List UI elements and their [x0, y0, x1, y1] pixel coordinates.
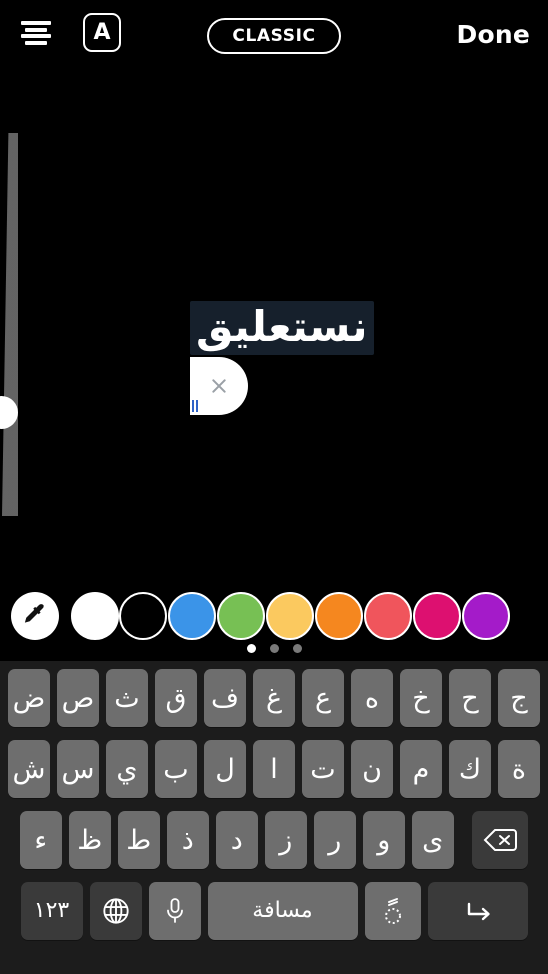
return-icon[interactable] [427, 882, 528, 940]
key-row2-2[interactable]: ي [106, 740, 148, 798]
key-row3-1[interactable]: ظ [68, 811, 111, 869]
key-row3-4[interactable]: د [215, 811, 258, 869]
color-swatch-orange[interactable] [315, 592, 363, 640]
palette-page-indicator[interactable] [0, 641, 548, 655]
color-swatch-pink[interactable] [413, 592, 461, 640]
key-row2-8[interactable]: م [400, 740, 442, 798]
eyedropper-icon[interactable] [11, 592, 59, 640]
text-sticker[interactable] [190, 357, 248, 415]
key-row2-4[interactable]: ل [204, 740, 246, 798]
return-glyph [467, 902, 490, 921]
key-row3-0[interactable]: ء [19, 811, 62, 869]
color-swatch-black[interactable] [119, 592, 167, 640]
accent-bar-2 [196, 400, 198, 412]
key-row3-6[interactable]: ر [313, 811, 356, 869]
key-row2-3[interactable]: ب [155, 740, 197, 798]
color-swatch-white[interactable] [71, 592, 119, 640]
key-row3-8[interactable]: ى [411, 811, 454, 869]
key-row3-3[interactable]: ذ [166, 811, 209, 869]
key-row2-10[interactable]: ة [498, 740, 540, 798]
key-row1-2[interactable]: ث [106, 669, 148, 727]
harakat-glyph [384, 898, 401, 924]
keyboard-row-3: ء ظ ط ذ د ز ر و ى [0, 811, 548, 869]
story-text: نستعليق [196, 302, 368, 351]
keyboard-row-1: ض ص ث ق ف غ ع ه خ ح ج [0, 669, 548, 727]
accent-bar-1 [192, 400, 194, 412]
color-swatch-purple[interactable] [462, 592, 510, 640]
key-row1-8[interactable]: خ [400, 669, 442, 727]
globe-icon[interactable] [89, 882, 142, 940]
page-dot-2[interactable] [269, 643, 279, 653]
key-row3-2[interactable]: ط [117, 811, 160, 869]
color-palette[interactable] [0, 592, 548, 642]
color-swatch-yellow[interactable] [266, 592, 314, 640]
page-dot-1[interactable] [246, 643, 256, 653]
key-row3-5[interactable]: ز [264, 811, 307, 869]
key-row2-9[interactable]: ك [449, 740, 491, 798]
key-row1-4[interactable]: ف [204, 669, 246, 727]
space-key[interactable]: مسافة [207, 882, 358, 940]
numbers-key[interactable]: ١٢٣ [20, 882, 83, 940]
key-row1-9[interactable]: ح [449, 669, 491, 727]
color-swatch-blue[interactable] [168, 592, 216, 640]
sticker-accent-bars [192, 400, 198, 412]
key-row1-6[interactable]: ع [302, 669, 344, 727]
microphone-icon[interactable] [148, 882, 201, 940]
arabic-keyboard[interactable]: ض ص ث ق ف غ ع ه خ ح ج ش س ي ب ل ا ت ن م … [0, 661, 548, 974]
keyboard-row-4: ١٢٣ مسافة [0, 882, 548, 940]
key-row3-7[interactable]: و [362, 811, 405, 869]
color-swatch-green[interactable] [217, 592, 265, 640]
key-row2-7[interactable]: ن [351, 740, 393, 798]
eyedropper-glyph [24, 604, 44, 623]
globe-glyph [102, 898, 129, 924]
color-swatch-red[interactable] [364, 592, 412, 640]
key-row1-5[interactable]: غ [253, 669, 295, 727]
backspace-glyph [483, 829, 518, 851]
microphone-glyph [166, 898, 183, 923]
key-row1-3[interactable]: ق [155, 669, 197, 727]
key-row2-0[interactable]: ش [8, 740, 50, 798]
keyboard-row-2: ش س ي ب ل ا ت ن م ك ة [0, 740, 548, 798]
key-row2-6[interactable]: ت [302, 740, 344, 798]
key-row1-1[interactable]: ص [57, 669, 99, 727]
key-row2-1[interactable]: س [57, 740, 99, 798]
key-row2-5[interactable]: ا [253, 740, 295, 798]
key-row1-7[interactable]: ه [351, 669, 393, 727]
key-row1-10[interactable]: ج [498, 669, 540, 727]
backspace-icon[interactable] [472, 811, 529, 869]
story-text-editor-screen: A CLASSIC Done نستعليق ض ص ث ق ف غ ع ه خ… [0, 0, 548, 974]
close-icon[interactable] [210, 377, 228, 395]
key-row1-0[interactable]: ض [8, 669, 50, 727]
page-dot-3[interactable] [292, 643, 302, 653]
harakat-icon[interactable] [364, 882, 421, 940]
story-text-box[interactable]: نستعليق [190, 301, 374, 355]
canvas-text-layer[interactable]: نستعليق [0, 0, 548, 560]
